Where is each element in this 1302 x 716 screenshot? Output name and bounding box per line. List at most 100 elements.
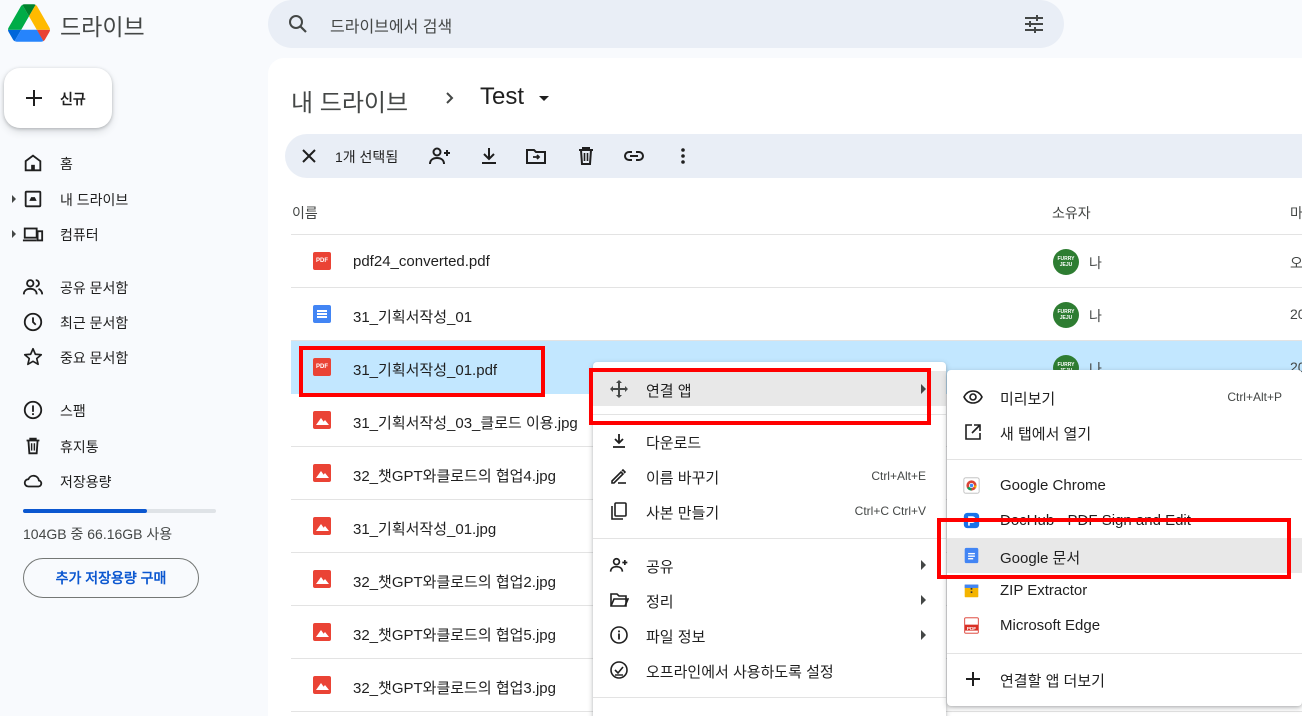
submenu-item-label: 새 탭에서 열기 [1000,426,1092,443]
menu-item-organize[interactable]: 정리 [593,582,946,617]
share-add-person-icon[interactable] [428,144,452,168]
file-name: 31_기획서작성_01 [353,309,473,326]
modified-date: 오 [1290,255,1302,271]
menu-item-offline[interactable]: 오프라인에서 사용하도록 설정 [593,652,946,687]
copy-link-icon[interactable] [622,144,646,168]
submenu-item-label: Microsoft Edge [1000,617,1101,634]
sidebar-item-my-drive[interactable]: 내 드라이브 [0,183,250,215]
search-bar[interactable]: 드라이브에서 검색 [268,0,1064,48]
file-name: 31_기획서작성_01.pdf [353,362,498,379]
column-header-owner[interactable]: 소유자 [1052,203,1091,223]
submenu-item-label: Google Chrome [1000,477,1106,494]
eye-icon [963,390,983,404]
modified-date: 20 [1290,306,1302,322]
open-in-new-icon [965,424,981,440]
buy-storage-button[interactable]: 추가 저장용량 구매 [23,558,199,598]
trash-icon [26,437,40,455]
file-name: 32_챗GPT와클로드의 협업2.jpg [353,574,556,591]
clock-icon [23,312,43,332]
open-with-move-icon [610,380,628,398]
plus-icon [26,90,42,106]
submenu-arrow-icon [921,384,926,394]
folder-menu-dropdown-icon[interactable] [539,96,549,101]
sidebar-item-label: 공유 문서함 [60,280,129,296]
submenu-item-dochub[interactable]: DocHub - PDF Sign and Edit [947,503,1302,538]
clear-selection-close-icon[interactable] [300,147,318,165]
sidebar-item-trash[interactable]: 휴지통 [0,430,250,462]
folder-open-icon [610,593,629,607]
breadcrumb-my-drive[interactable]: 내 드라이브 [291,83,408,118]
menu-divider [593,414,946,415]
submenu-item-google-docs[interactable]: Google 문서 [947,538,1302,573]
sidebar-item-home[interactable]: 홈 [0,147,250,179]
google-docs-icon [964,547,979,564]
sidebar-item-computers[interactable]: 컴퓨터 [0,218,250,250]
info-icon [610,626,628,644]
breadcrumb-current-folder[interactable]: Test [480,83,524,111]
star-icon [23,347,43,366]
submenu-item-google-chrome[interactable]: Google Chrome [947,468,1302,503]
owner-name: 나 [1089,255,1102,271]
submenu-item-zip-extractor[interactable]: ZIP Extractor [947,573,1302,608]
menu-item-rename[interactable]: 이름 바꾸기 Ctrl+Alt+E [593,458,946,493]
sidebar-item-label: 저장용량 [60,474,112,490]
table-row[interactable]: PDF pdf24_converted.pdf FURRY JEJU 나 오 [291,235,1302,288]
menu-divider [947,653,1302,654]
submenu-arrow-icon [921,560,926,570]
search-input[interactable]: 드라이브에서 검색 [330,13,452,37]
menu-item-label: 연결 앱 [646,383,692,400]
share-add-person-icon [609,557,628,572]
edge-pdf-icon: PDF [964,617,979,634]
sidebar-item-shared[interactable]: 공유 문서함 [0,271,250,303]
sidebar-item-starred[interactable]: 중요 문서함 [0,341,250,373]
download-icon[interactable] [477,144,501,168]
menu-item-label: 사본 만들기 [646,505,720,522]
menu-item-make-copy[interactable]: 사본 만들기 Ctrl+C Ctrl+V [593,493,946,528]
chevron-right-icon [446,92,454,104]
storage-progress-bar [23,509,216,513]
menu-item-shortcut: Ctrl+C Ctrl+V [854,504,926,518]
menu-item-share[interactable]: 공유 [593,547,946,582]
image-file-icon [313,570,331,588]
image-file-icon [313,676,331,694]
search-options-icon[interactable] [1022,12,1046,36]
owner-avatar: FURRY JEJU [1053,302,1079,328]
table-row[interactable]: 31_기획서작성_01 FURRY JEJU 나 20 [291,288,1302,341]
submenu-arrow-icon [921,595,926,605]
selection-count: 1개 선택됨 [335,149,399,165]
menu-item-file-info[interactable]: 파일 정보 [593,617,946,652]
svg-text:PDF: PDF [967,626,976,631]
menu-item-download[interactable]: 다운로드 [593,423,946,458]
submenu-item-preview[interactable]: 미리보기 Ctrl+Alt+P [947,379,1302,414]
submenu-item-more-apps[interactable]: 연결할 앱 더보기 [947,661,1302,696]
new-button[interactable]: 신규 [4,68,112,128]
sidebar-item-recent[interactable]: 최근 문서함 [0,306,250,338]
sidebar-item-spam[interactable]: 스팸 [0,394,250,426]
submenu-item-microsoft-edge[interactable]: PDF Microsoft Edge [947,608,1302,643]
submenu-item-new-tab[interactable]: 새 탭에서 열기 [947,414,1302,449]
download-icon [613,434,625,448]
offline-check-icon [610,661,628,679]
submenu-item-label: ZIP Extractor [1000,582,1088,599]
search-icon[interactable] [286,12,310,36]
image-file-icon [313,517,331,535]
column-header-modified[interactable]: 마 [1290,203,1302,223]
sidebar-item-storage[interactable]: 저장용량 [0,465,250,497]
more-vert-icon[interactable] [671,144,695,168]
home-icon [24,154,42,172]
sidebar-item-label: 내 드라이브 [60,192,129,208]
cloud-icon [23,474,43,488]
column-header-name[interactable]: 이름 [292,203,318,223]
menu-item-open-with[interactable]: 연결 앱 [593,371,946,406]
menu-item-shortcut: Ctrl+Alt+E [871,469,926,483]
file-name: 32_챗GPT와클로드의 협업5.jpg [353,627,556,644]
trash-icon[interactable] [574,144,598,168]
copy-icon [611,502,627,520]
file-name: 32_챗GPT와클로드의 협업3.jpg [353,680,556,697]
expand-caret-icon[interactable] [12,230,16,238]
sidebar-item-label: 최근 문서함 [60,315,129,331]
shared-icon [22,279,44,295]
move-folder-icon[interactable] [524,144,548,168]
expand-caret-icon[interactable] [12,195,16,203]
menu-item-label: 오프라인에서 사용하도록 설정 [646,664,834,681]
